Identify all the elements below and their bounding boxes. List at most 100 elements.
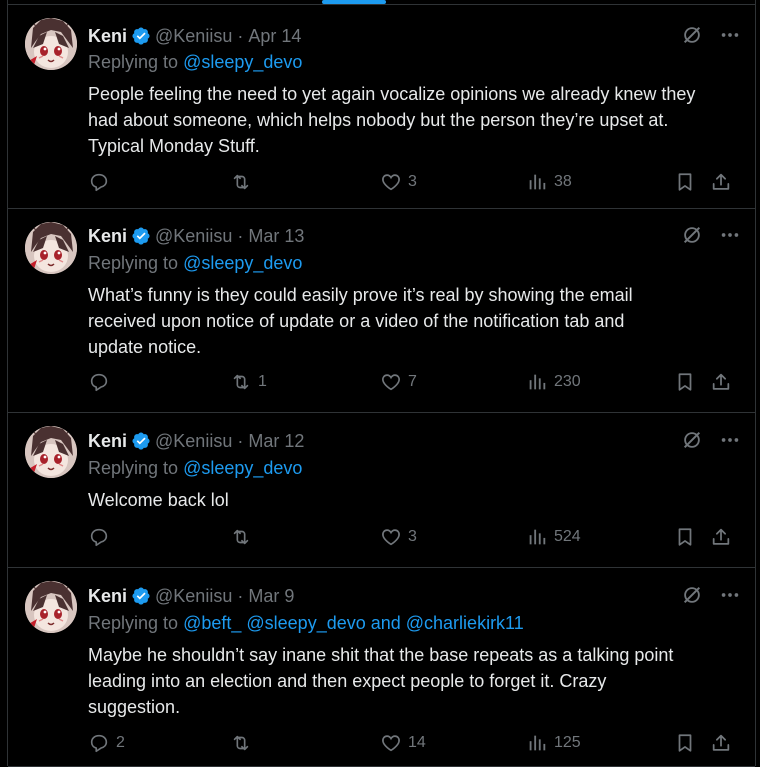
reply-icon <box>90 173 108 192</box>
reply-icon <box>90 734 108 753</box>
separator: · <box>237 430 244 451</box>
tweet-header: Keni @Keniisu · Mar 13 <box>88 224 304 248</box>
tweet-text-line: People feeling the need to yet again voc… <box>88 84 696 104</box>
display-name[interactable]: Keni <box>88 226 127 247</box>
views-button[interactable]: 524 <box>526 526 581 548</box>
replying-to-link[interactable]: @sleepy_devo <box>183 458 302 478</box>
reply-icon <box>90 373 108 392</box>
share-button[interactable] <box>710 371 732 393</box>
replying-to: Replying to @sleepy_devo <box>88 458 302 479</box>
reply-button[interactable] <box>88 526 116 548</box>
tweet-text-line: received upon notice of update or a vide… <box>88 311 625 331</box>
retweet-button[interactable] <box>230 171 258 193</box>
tweet[interactable]: Keni @Keniisu · Mar 12 Replying to @slee… <box>8 413 755 568</box>
tweet-text-line: leading into an election and then expect… <box>88 671 607 691</box>
more-icon[interactable] <box>719 224 741 246</box>
avatar[interactable] <box>25 426 77 478</box>
replying-to-label: Replying to <box>88 613 179 633</box>
grok-icon[interactable] <box>681 429 703 451</box>
views-button[interactable]: 38 <box>526 171 572 193</box>
timestamp[interactable]: Mar 9 <box>248 586 294 607</box>
like-button[interactable]: 3 <box>380 526 417 548</box>
handle[interactable]: @Keniisu <box>155 431 232 452</box>
views-button-count: 38 <box>554 173 572 190</box>
retweet-button-count: 1 <box>258 373 267 390</box>
verified-badge-icon <box>132 432 150 450</box>
share-button[interactable] <box>710 732 732 754</box>
reply-button[interactable] <box>88 371 116 393</box>
grok-icon[interactable] <box>681 24 703 46</box>
handle[interactable]: @Keniisu <box>155 26 232 47</box>
grok-icon[interactable] <box>681 584 703 606</box>
tweet-text-line: had about someone, which helps nobody bu… <box>88 110 669 130</box>
tweet-top-actions <box>681 584 741 606</box>
reply-button[interactable]: 2 <box>88 732 125 754</box>
separator: · <box>237 225 244 246</box>
more-icon[interactable] <box>719 584 741 606</box>
tweet-actions: 1 7 230 <box>88 371 741 397</box>
replying-to-link[interactable]: @sleepy_devo <box>183 253 302 273</box>
share-button[interactable] <box>710 526 732 548</box>
display-name[interactable]: Keni <box>88 431 127 452</box>
reply-button[interactable] <box>88 171 116 193</box>
retweet-button[interactable] <box>230 732 258 754</box>
bookmark-button[interactable] <box>674 171 696 193</box>
share-icon <box>712 734 730 751</box>
like-button[interactable]: 14 <box>380 732 426 754</box>
share-icon <box>712 528 730 545</box>
avatar[interactable] <box>25 581 77 633</box>
more-icon[interactable] <box>719 24 741 46</box>
share-icon <box>712 373 730 390</box>
display-name[interactable]: Keni <box>88 586 127 607</box>
share-button[interactable] <box>710 171 732 193</box>
like-button-count: 14 <box>408 734 426 751</box>
retweet-icon <box>233 374 249 390</box>
views-button[interactable]: 125 <box>526 732 581 754</box>
tweet-top-actions <box>681 224 741 246</box>
views-icon <box>529 174 546 190</box>
timeline-column: Keni @Keniisu · Apr 14 Replying to @slee… <box>7 0 756 767</box>
timestamp[interactable]: Mar 13 <box>248 226 304 247</box>
display-name[interactable]: Keni <box>88 26 127 47</box>
views-button[interactable]: 230 <box>526 371 581 393</box>
views-button-count: 524 <box>554 528 581 545</box>
timestamp[interactable]: Apr 14 <box>248 26 301 47</box>
bookmark-button[interactable] <box>674 732 696 754</box>
tweet[interactable]: Keni @Keniisu · Apr 14 Replying to @slee… <box>8 5 755 209</box>
views-icon <box>529 374 546 390</box>
avatar[interactable] <box>25 18 77 70</box>
avatar[interactable] <box>25 222 77 274</box>
bookmark-button[interactable] <box>674 371 696 393</box>
replying-to-link[interactable]: @beft_ @sleepy_devo and @charliekirk11 <box>183 613 524 633</box>
bookmark-button[interactable] <box>674 526 696 548</box>
like-button[interactable]: 7 <box>380 371 417 393</box>
bookmark-icon <box>678 373 692 391</box>
retweet-button[interactable]: 1 <box>230 371 267 393</box>
reply-button-count: 2 <box>116 734 125 751</box>
handle[interactable]: @Keniisu <box>155 226 232 247</box>
handle[interactable]: @Keniisu <box>155 586 232 607</box>
tweet-actions: 2 14 125 <box>88 732 741 758</box>
like-button[interactable]: 3 <box>380 171 417 193</box>
tweet-text-line: Maybe he shouldn’t say inane shit that t… <box>88 645 674 665</box>
tweet-text-line: suggestion. <box>88 697 181 717</box>
bookmark-icon <box>678 173 692 191</box>
timestamp[interactable]: Mar 12 <box>248 431 304 452</box>
tweet[interactable]: Keni @Keniisu · Mar 9 Replying to @beft_… <box>8 568 755 767</box>
tweet-text: Welcome back lol <box>88 487 743 513</box>
tweet-text-line: Typical Monday Stuff. <box>88 136 260 156</box>
separator: · <box>237 25 244 46</box>
tweet-text-line: What’s funny is they could easily prove … <box>88 285 633 305</box>
like-button-count: 3 <box>408 173 417 190</box>
reply-icon <box>90 528 108 547</box>
replying-to-label: Replying to <box>88 52 179 72</box>
like-icon <box>382 529 400 546</box>
tweet[interactable]: Keni @Keniisu · Mar 13 Replying to @slee… <box>8 209 755 413</box>
more-icon[interactable] <box>719 429 741 451</box>
replying-to-link[interactable]: @sleepy_devo <box>183 52 302 72</box>
like-icon <box>382 735 400 752</box>
views-button-count: 230 <box>554 373 581 390</box>
retweet-button[interactable] <box>230 526 258 548</box>
grok-icon[interactable] <box>681 224 703 246</box>
verified-badge-icon <box>132 27 150 45</box>
